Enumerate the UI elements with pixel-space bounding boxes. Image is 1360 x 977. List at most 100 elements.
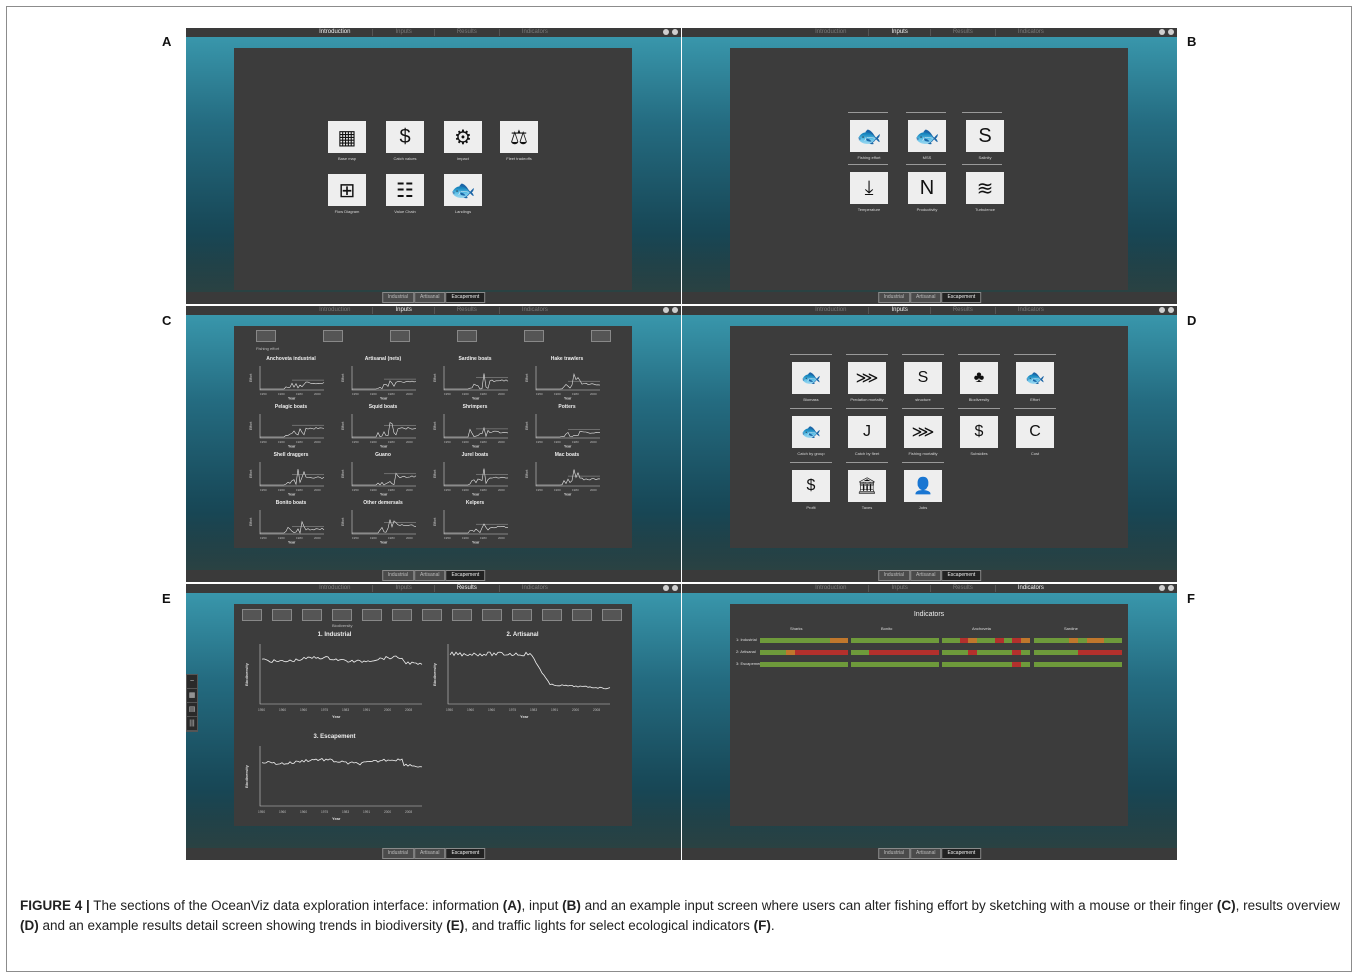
result-slider[interactable] bbox=[958, 408, 1000, 413]
close-icon[interactable]: x bbox=[672, 29, 678, 35]
tab-inputs[interactable]: Inputs bbox=[373, 29, 435, 36]
tab-indicators[interactable]: Indicators bbox=[500, 29, 570, 36]
metric-selector-box[interactable] bbox=[602, 609, 622, 621]
result-slider[interactable] bbox=[846, 462, 888, 467]
fish-hook-icon[interactable]: 🐟 bbox=[1016, 362, 1054, 394]
scenario-tab-escapement[interactable]: Escapement bbox=[445, 570, 486, 581]
mini-chart-plot[interactable]: Effort 1950 1960 1983 2000 Year bbox=[432, 506, 518, 545]
line-chart-icon[interactable]: ~ bbox=[187, 675, 197, 689]
metric-selector-box[interactable] bbox=[482, 609, 502, 621]
effort-slider-box[interactable] bbox=[390, 330, 410, 342]
tab-inputs[interactable]: Inputs bbox=[869, 307, 931, 314]
effort-slider-box[interactable] bbox=[256, 330, 276, 342]
mini-chart-plot[interactable]: Effort 1950 1960 1983 2000 Year bbox=[248, 410, 334, 449]
tab-introduction[interactable]: Introduction bbox=[297, 307, 374, 314]
mini-chart-plot[interactable]: Effort 1950 1960 1983 2000 Year bbox=[340, 410, 426, 449]
scenario-tab-industrial[interactable]: Industrial bbox=[877, 570, 911, 581]
fish-skeleton-icon[interactable]: ⋙ bbox=[904, 416, 942, 448]
fish-hook-icon[interactable]: 🐟 bbox=[444, 174, 482, 206]
fish-skeleton-icon[interactable]: ⋙ bbox=[848, 362, 886, 394]
scenario-tab-escapement[interactable]: Escapement bbox=[445, 292, 486, 303]
result-slider[interactable] bbox=[790, 462, 832, 467]
mini-chart-plot[interactable]: Effort 1950 1960 1983 2000 Year bbox=[248, 458, 334, 497]
result-slider[interactable] bbox=[846, 354, 888, 359]
bars-icon[interactable]: ||| bbox=[187, 717, 197, 731]
structure-icon[interactable]: S bbox=[904, 362, 942, 394]
help-icon[interactable]: ? bbox=[663, 29, 669, 35]
productivity-icon[interactable]: N bbox=[908, 172, 946, 204]
dollar-sign-icon[interactable]: $ bbox=[792, 470, 830, 502]
tab-indicators[interactable]: Indicators bbox=[500, 585, 570, 592]
metric-selector-box[interactable] bbox=[242, 609, 262, 621]
fish-hook-icon[interactable]: 🐟 bbox=[908, 120, 946, 152]
tab-indicators[interactable]: Indicators bbox=[996, 585, 1066, 592]
help-icon[interactable]: ? bbox=[663, 307, 669, 313]
effort-slider-box[interactable] bbox=[457, 330, 477, 342]
people-icon[interactable]: 👤 bbox=[904, 470, 942, 502]
help-icon[interactable]: ? bbox=[1159, 307, 1165, 313]
fish-hook-icon[interactable]: 🐟 bbox=[850, 120, 888, 152]
scenario-tab-escapement[interactable]: Escapement bbox=[941, 848, 982, 859]
biodiversity-icon[interactable]: ♣ bbox=[960, 362, 998, 394]
scenario-tab-artisanal[interactable]: Artisanal bbox=[910, 292, 942, 303]
scenario-tab-industrial[interactable]: Industrial bbox=[381, 848, 415, 859]
tab-introduction[interactable]: Introduction bbox=[793, 307, 870, 314]
tab-indicators[interactable]: Indicators bbox=[996, 307, 1066, 314]
mini-chart-plot[interactable]: Effort 1950 1960 1983 2000 Year bbox=[524, 410, 610, 449]
help-icon[interactable]: ? bbox=[663, 585, 669, 591]
dollar-icon[interactable]: $ bbox=[386, 121, 424, 153]
scale-icon[interactable]: ⚖ bbox=[500, 121, 538, 153]
metric-selector-box[interactable] bbox=[542, 609, 562, 621]
tab-results[interactable]: Results bbox=[931, 585, 996, 592]
mini-chart-plot[interactable]: Effort 1950 1960 1983 2000 Year bbox=[432, 458, 518, 497]
mini-chart-plot[interactable]: Effort 1950 1960 1983 2000 Year bbox=[340, 506, 426, 545]
biodiversity-plot[interactable]: Biodiversity 1950 1960 1960 1975 1983 1991 2000… bbox=[430, 638, 615, 722]
tab-results[interactable]: Results bbox=[435, 307, 500, 314]
result-slider[interactable] bbox=[790, 408, 832, 413]
help-icon[interactable]: ? bbox=[1159, 29, 1165, 35]
tab-inputs[interactable]: Inputs bbox=[869, 29, 931, 36]
biodiversity-plot[interactable]: Biodiversity 1950 1960 1960 1975 1983 1991 2000… bbox=[242, 740, 427, 824]
effort-slider-box[interactable] bbox=[591, 330, 611, 342]
money-icon[interactable]: $ bbox=[960, 416, 998, 448]
effort-slider-box[interactable] bbox=[524, 330, 544, 342]
mini-chart-plot[interactable]: Effort 1950 1960 1983 2000 Year bbox=[432, 410, 518, 449]
turbulence-icon[interactable]: ≋ bbox=[966, 172, 1004, 204]
effort-slider[interactable] bbox=[906, 112, 946, 119]
close-icon[interactable]: x bbox=[1168, 29, 1174, 35]
metric-selector-box[interactable] bbox=[302, 609, 322, 621]
scenario-tab-artisanal[interactable]: Artisanal bbox=[414, 292, 446, 303]
effort-slider-box[interactable] bbox=[323, 330, 343, 342]
fish-hook-icon[interactable]: 🐟 bbox=[792, 416, 830, 448]
result-slider[interactable] bbox=[846, 408, 888, 413]
tab-introduction[interactable]: Introduction bbox=[297, 585, 374, 592]
result-slider[interactable] bbox=[902, 408, 944, 413]
effort-slider[interactable] bbox=[962, 164, 1002, 171]
scenario-tab-escapement[interactable]: Escapement bbox=[445, 848, 486, 859]
bank-icon[interactable]: 🏛 bbox=[848, 470, 886, 502]
scenario-tab-industrial[interactable]: Industrial bbox=[381, 570, 415, 581]
scenario-tab-artisanal[interactable]: Artisanal bbox=[910, 570, 942, 581]
hook-icon[interactable]: J bbox=[848, 416, 886, 448]
result-slider[interactable] bbox=[902, 462, 944, 467]
scenario-tab-industrial[interactable]: Industrial bbox=[877, 292, 911, 303]
tab-indicators[interactable]: Indicators bbox=[500, 307, 570, 314]
scenario-tab-industrial[interactable]: Industrial bbox=[877, 848, 911, 859]
effort-slider[interactable] bbox=[906, 164, 946, 171]
mini-chart-plot[interactable]: Effort 1950 1960 1983 2000 Year bbox=[248, 362, 334, 401]
close-icon[interactable]: x bbox=[1168, 307, 1174, 313]
fish-school-icon[interactable]: 🐟 bbox=[792, 362, 830, 394]
gears-icon[interactable]: ⚙ bbox=[444, 121, 482, 153]
mini-chart-plot[interactable]: Effort 1950 1960 1983 2000 Year bbox=[340, 458, 426, 497]
result-slider[interactable] bbox=[790, 354, 832, 359]
metric-selector-box[interactable] bbox=[512, 609, 532, 621]
result-slider[interactable] bbox=[958, 354, 1000, 359]
effort-slider[interactable] bbox=[848, 164, 888, 171]
map-icon[interactable]: ▦ bbox=[187, 689, 197, 703]
mini-chart-plot[interactable]: Effort 1950 1960 1983 2000 Year bbox=[340, 362, 426, 401]
cost-chart-icon[interactable]: C bbox=[1016, 416, 1054, 448]
tab-inputs[interactable]: Inputs bbox=[373, 307, 435, 314]
tab-introduction[interactable]: Introduction bbox=[793, 29, 870, 36]
effort-slider[interactable] bbox=[962, 112, 1002, 119]
result-slider[interactable] bbox=[1014, 354, 1056, 359]
